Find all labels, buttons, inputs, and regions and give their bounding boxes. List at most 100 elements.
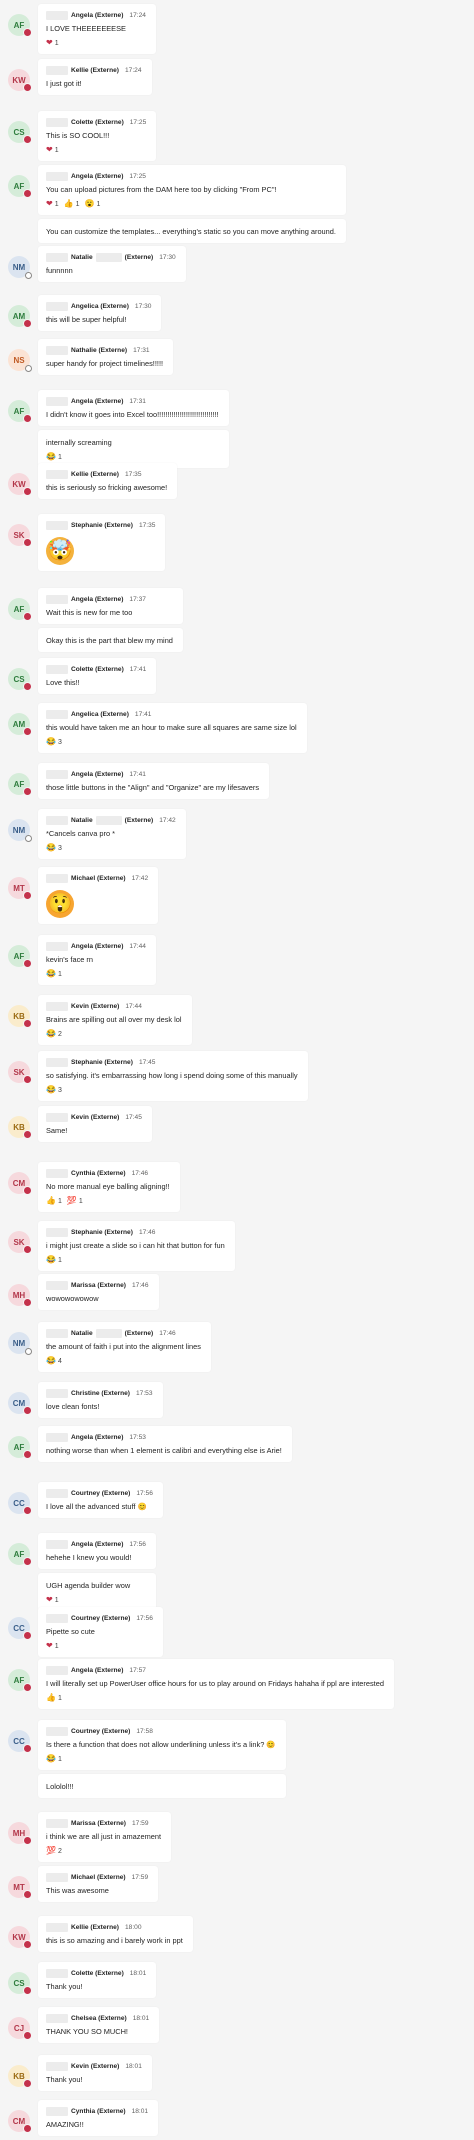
message-bubble[interactable]: Marissa (Externe) 17:46 wowowowowow — [38, 1274, 159, 1310]
message-bubble[interactable]: Stephanie (Externe) 17:45 so satisfying. i… — [38, 1051, 308, 1101]
message-bubble[interactable]: Angela (Externe) 17:24 I LOVE THEEEEEEESE ❤… — [38, 4, 156, 54]
reaction[interactable]: ❤ 1 — [46, 199, 59, 209]
avatar[interactable]: AF — [8, 1436, 32, 1459]
avatar[interactable]: AM — [8, 305, 32, 328]
avatar[interactable]: KB — [8, 2065, 32, 2088]
avatar[interactable]: NM — [8, 1332, 32, 1355]
avatar[interactable]: AF — [8, 1669, 32, 1692]
message-bubble[interactable]: Lololol!!! — [38, 1774, 286, 1798]
message-bubble[interactable]: UGH agenda builder wow ❤ 1 — [38, 1573, 156, 1611]
message-bubble[interactable]: Angela (Externe) 17:53 nothing worse than … — [38, 1426, 292, 1462]
message-bubble[interactable]: Angelica (Externe) 17:30 this will be supe… — [38, 295, 162, 331]
reaction[interactable]: 👍 1 — [64, 199, 80, 209]
sender-name[interactable]: Angela (Externe) — [71, 12, 123, 19]
sender-name[interactable]: Angela (Externe) — [71, 1541, 123, 1548]
message-bubble[interactable]: Kellie (Externe) 17:35 this is seriously s… — [38, 463, 178, 499]
message-bubble[interactable]: Natalie (Externe) 17:42 *Cancels canva pro … — [38, 809, 186, 859]
avatar[interactable]: NS — [8, 349, 32, 372]
sender-name[interactable]: Kevin (Externe) — [71, 2063, 119, 2070]
sender-name[interactable]: Stephanie (Externe) — [71, 1059, 133, 1066]
message-bubble[interactable]: Angelica (Externe) 17:41 this would have t… — [38, 703, 307, 753]
sender-name[interactable]: Angela (Externe) — [71, 943, 123, 950]
reaction[interactable]: 😂 1 — [46, 969, 62, 979]
sender-name[interactable]: Marissa (Externe) — [71, 1282, 126, 1289]
avatar[interactable]: KW — [8, 473, 32, 496]
sender-name[interactable]: Marissa (Externe) — [71, 1820, 126, 1827]
avatar[interactable]: KW — [8, 1926, 32, 1949]
avatar[interactable]: MH — [8, 1822, 32, 1845]
avatar[interactable]: CS — [8, 1972, 32, 1995]
message-bubble[interactable]: Courtney (Externe) 17:56 Pipette so cute ❤ 1 — [38, 1607, 163, 1657]
sender-name[interactable]: Kellie (Externe) — [71, 1924, 119, 1931]
reaction[interactable]: 😂 1 — [46, 1255, 62, 1265]
sender-name[interactable]: Angelica (Externe) — [71, 303, 129, 310]
avatar[interactable]: CS — [8, 668, 32, 691]
reaction[interactable]: 💯 1 — [67, 1196, 83, 1206]
message-bubble[interactable]: Angela (Externe) 17:37 Wait this is new fo… — [38, 588, 183, 624]
reaction[interactable]: 😂 3 — [46, 1085, 62, 1095]
sender-name[interactable]: Natalie — [71, 254, 93, 261]
sender-name[interactable]: Courtney (Externe) — [71, 1490, 130, 1497]
message-bubble[interactable]: Christine (Externe) 17:53 love clean fonts… — [38, 1382, 163, 1418]
message-bubble[interactable]: Colette (Externe) 18:01 Thank you! — [38, 1962, 157, 1998]
message-bubble[interactable]: Kevin (Externe) 18:01 Thank you! — [38, 2055, 152, 2091]
avatar[interactable]: NM — [8, 256, 32, 279]
sender-name[interactable]: Angela (Externe) — [71, 1667, 123, 1674]
reaction[interactable]: 😂 1 — [46, 452, 62, 462]
reaction[interactable]: 😂 4 — [46, 1356, 62, 1366]
avatar[interactable]: SK — [8, 1061, 32, 1084]
avatar[interactable]: CM — [8, 2110, 32, 2133]
message-bubble[interactable]: Angela (Externe) 17:44 kevin's face rn 😂 1 — [38, 935, 156, 985]
avatar[interactable]: KB — [8, 1005, 32, 1028]
sender-name[interactable]: Michael (Externe) — [71, 875, 126, 882]
reaction[interactable]: 😂 1 — [46, 1754, 62, 1764]
avatar[interactable]: MT — [8, 877, 32, 900]
message-bubble[interactable]: Cynthia (Externe) 18:01 AMAZING!! — [38, 2100, 159, 2136]
reaction[interactable]: 😂 3 — [46, 737, 62, 747]
reaction[interactable]: 😂 2 — [46, 1029, 62, 1039]
sender-name[interactable]: Courtney (Externe) — [71, 1728, 130, 1735]
reaction[interactable]: ❤ 1 — [46, 1641, 59, 1651]
message-bubble[interactable]: Kevin (Externe) 17:45 Same! — [38, 1106, 152, 1142]
message-bubble[interactable]: Angela (Externe) 17:25 You can upload pict… — [38, 165, 346, 215]
avatar[interactable]: AF — [8, 175, 32, 198]
message-bubble[interactable]: Colette (Externe) 17:25 This is SO COOL!!!… — [38, 111, 157, 161]
sender-name[interactable]: Kevin (Externe) — [71, 1114, 119, 1121]
sender-name[interactable]: Nathalie (Externe) — [71, 347, 127, 354]
message-bubble[interactable]: Kevin (Externe) 17:44 Brains are spilling … — [38, 995, 192, 1045]
avatar[interactable]: SK — [8, 1231, 32, 1254]
message-bubble[interactable]: Natalie (Externe) 17:46 the amount of faith… — [38, 1322, 211, 1372]
avatar[interactable]: SK — [8, 524, 32, 547]
sender-name[interactable]: Colette (Externe) — [71, 119, 124, 126]
reaction[interactable]: ❤ 1 — [46, 145, 59, 155]
message-bubble[interactable]: Marissa (Externe) 17:59 i think we are all… — [38, 1812, 172, 1862]
message-bubble[interactable]: Courtney (Externe) 17:56 I love all the ad… — [38, 1482, 163, 1518]
avatar[interactable]: AF — [8, 1543, 32, 1566]
sender-name[interactable]: Angela (Externe) — [71, 398, 123, 405]
reaction[interactable]: 👍 1 — [46, 1196, 62, 1206]
sender-name[interactable]: Christine (Externe) — [71, 1390, 130, 1397]
reaction[interactable]: ❤ 1 — [46, 38, 59, 48]
avatar[interactable]: CJ — [8, 2017, 32, 2040]
reaction[interactable]: 😂 3 — [46, 843, 62, 853]
reaction[interactable]: 👍 1 — [46, 1693, 62, 1703]
reaction[interactable]: ❤ 1 — [46, 1595, 59, 1605]
sender-name[interactable]: Stephanie (Externe) — [71, 1229, 133, 1236]
sender-name[interactable]: Angela (Externe) — [71, 173, 123, 180]
avatar[interactable]: AF — [8, 598, 32, 621]
message-bubble[interactable]: Cynthia (Externe) 17:46 No more manual eye… — [38, 1162, 180, 1212]
avatar[interactable]: CS — [8, 121, 32, 144]
avatar[interactable]: NM — [8, 819, 32, 842]
message-bubble[interactable]: You can customize the templates... every… — [38, 219, 346, 243]
avatar[interactable]: CC — [8, 1730, 32, 1753]
message-bubble[interactable]: Natalie (Externe) 17:30 funnnnn — [38, 246, 186, 282]
avatar[interactable]: AF — [8, 773, 32, 796]
message-bubble[interactable]: Okay this is the part that blew my mind — [38, 628, 183, 652]
message-bubble[interactable]: Angela (Externe) 17:41 those little button… — [38, 763, 270, 799]
avatar[interactable]: AM — [8, 713, 32, 736]
avatar[interactable]: MT — [8, 1876, 32, 1899]
sender-name[interactable]: Colette (Externe) — [71, 1970, 124, 1977]
sender-name[interactable]: Courtney (Externe) — [71, 1615, 130, 1622]
sender-name[interactable]: Kevin (Externe) — [71, 1003, 119, 1010]
message-bubble[interactable]: Chelsea (Externe) 18:01 THANK YOU SO MUCH! — [38, 2007, 160, 2043]
